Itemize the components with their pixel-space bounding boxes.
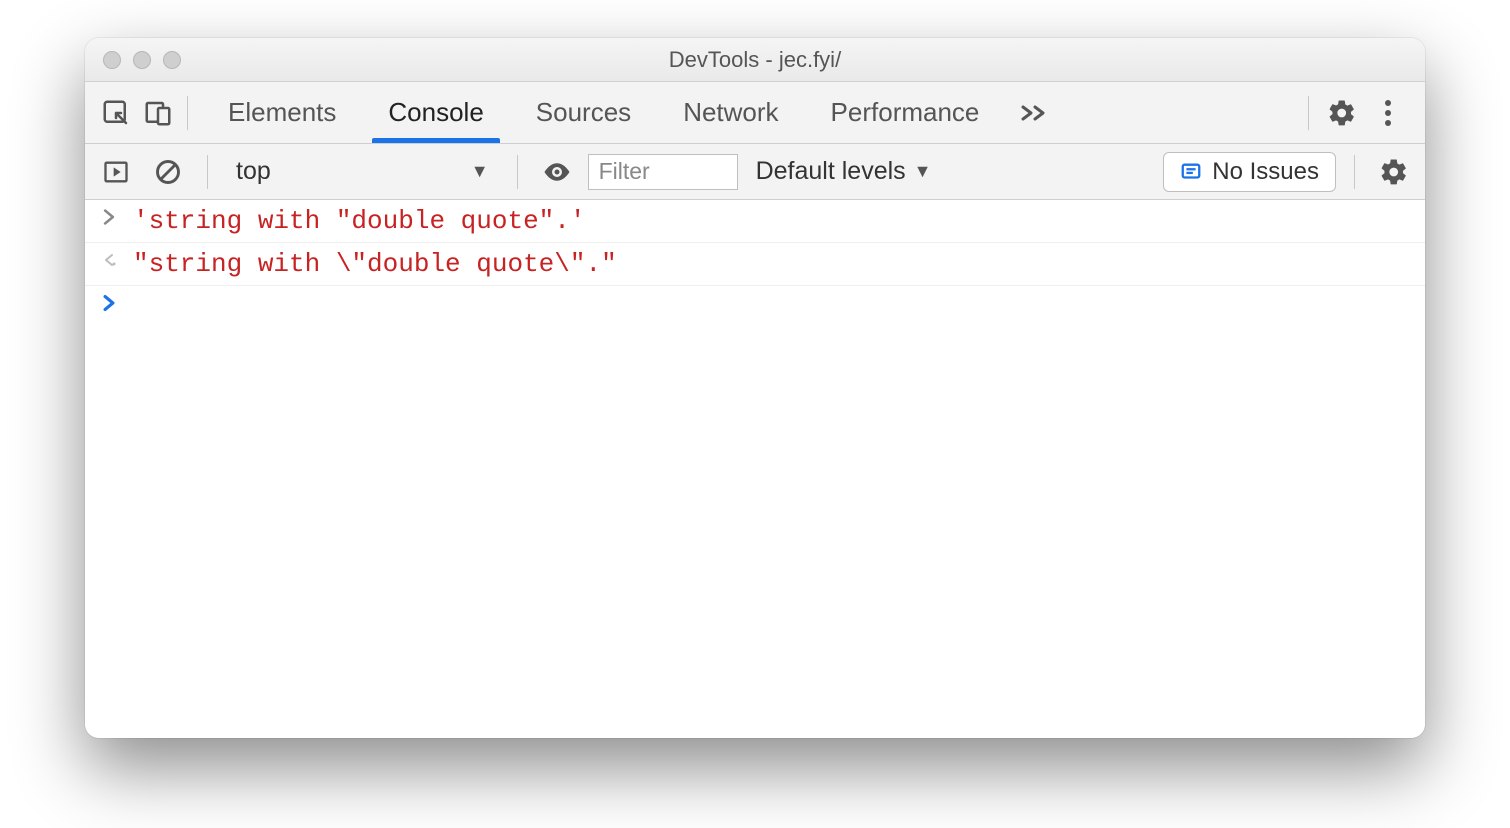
divider [1308,96,1309,130]
divider [207,155,208,189]
console-settings-icon[interactable] [1373,151,1415,193]
tab-performance[interactable]: Performance [805,82,1006,143]
window-titlebar: DevTools - jec.fyi/ [85,38,1425,82]
main-toolbar: Elements Console Sources Network Perform… [85,82,1425,144]
more-tabs-button[interactable] [1005,103,1063,123]
tab-network[interactable]: Network [657,82,804,143]
output-chevron-icon [99,249,119,269]
console-body[interactable]: 'string with "double quote".' "string wi… [85,200,1425,738]
console-toolbar: top ▼ Default levels ▼ [85,144,1425,200]
minimize-window-button[interactable] [133,51,151,69]
filter-input[interactable] [588,154,738,190]
chevron-down-icon: ▼ [471,161,489,182]
divider [517,155,518,189]
divider [187,96,188,130]
levels-label: Default levels [756,157,906,186]
console-output-row: "string with \"double quote\"." [85,243,1425,286]
context-label: top [236,157,271,186]
tab-label: Sources [536,97,631,128]
device-toolbar-icon[interactable] [137,92,179,134]
tab-label: Performance [831,97,980,128]
clear-console-icon[interactable] [147,151,189,193]
window-title: DevTools - jec.fyi/ [85,47,1425,73]
panel-tabs: Elements Console Sources Network Perform… [202,82,1005,143]
close-window-button[interactable] [103,51,121,69]
divider [1354,155,1355,189]
tab-label: Console [388,97,483,128]
inspect-element-icon[interactable] [95,92,137,134]
devtools-window: DevTools - jec.fyi/ Elements Console S [85,38,1425,738]
issues-label: No Issues [1212,158,1319,186]
window-controls [85,51,181,69]
console-prompt-row[interactable] [85,286,1425,318]
tab-elements[interactable]: Elements [202,82,362,143]
tab-console[interactable]: Console [362,82,509,143]
kebab-menu-icon[interactable] [1367,92,1409,134]
tab-sources[interactable]: Sources [510,82,657,143]
tab-label: Network [683,97,778,128]
console-input-text: 'string with "double quote".' [133,206,585,236]
settings-icon[interactable] [1321,92,1363,134]
zoom-window-button[interactable] [163,51,181,69]
console-output-text: "string with \"double quote\"." [133,249,617,279]
tab-label: Elements [228,97,336,128]
prompt-chevron-icon [99,292,119,312]
log-levels-selector[interactable]: Default levels ▼ [748,157,940,186]
context-selector[interactable]: top ▼ [226,157,499,186]
issues-button[interactable]: No Issues [1163,152,1336,192]
input-chevron-icon [99,206,119,226]
toggle-sidebar-icon[interactable] [95,151,137,193]
live-expression-icon[interactable] [536,151,578,193]
chevron-down-icon: ▼ [914,161,932,182]
issues-icon [1180,161,1202,183]
console-input-row: 'string with "double quote".' [85,200,1425,243]
